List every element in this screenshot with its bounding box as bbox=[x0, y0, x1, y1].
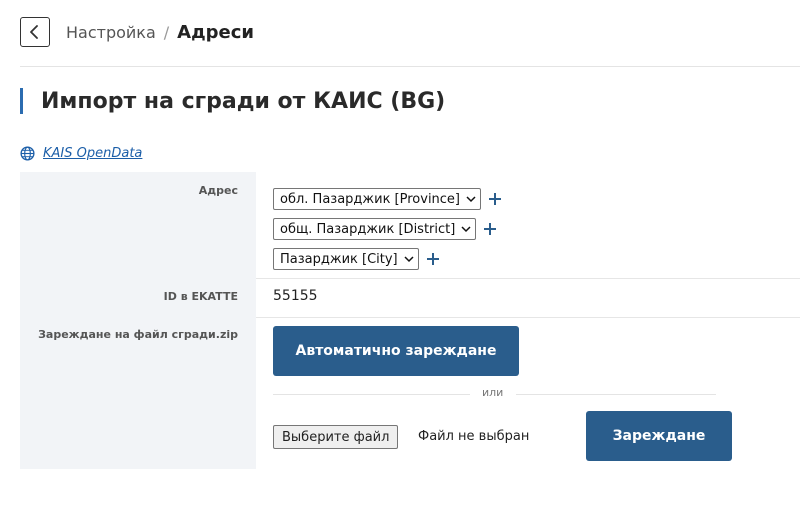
district-select[interactable]: общ. Пазарджик [District] bbox=[273, 218, 477, 240]
header-divider bbox=[20, 66, 800, 67]
file-status-text: Файл не выбран bbox=[418, 429, 530, 444]
choose-file-button[interactable]: Выберите файл bbox=[273, 425, 399, 449]
chevron-down-icon bbox=[466, 196, 476, 203]
or-divider-right bbox=[516, 394, 716, 395]
breadcrumb-separator: / bbox=[163, 22, 170, 42]
breadcrumb-settings-link[interactable]: Настройка bbox=[66, 23, 156, 42]
back-button[interactable] bbox=[20, 17, 50, 47]
chevron-down-icon bbox=[404, 256, 414, 263]
district-select-value: общ. Пазарджик [District] bbox=[280, 221, 456, 237]
kais-opendata-link[interactable]: KAIS OpenData bbox=[43, 146, 142, 161]
row-divider bbox=[256, 278, 800, 279]
import-form: Адрес ID в EKATTE Зареждане на файл сгра… bbox=[20, 172, 800, 469]
city-select-value: Пазарджик [City] bbox=[280, 251, 398, 267]
city-select-row: Пазарджик [City] bbox=[273, 248, 439, 270]
auto-load-button[interactable]: Автоматично зареждане bbox=[273, 326, 519, 376]
upload-button[interactable]: Зареждане bbox=[586, 411, 732, 461]
breadcrumb: Настройка / Адреси bbox=[66, 22, 254, 43]
province-select-row: обл. Пазарджик [Province] bbox=[273, 188, 502, 210]
source-link-row: KAIS OpenData bbox=[20, 146, 142, 161]
province-select[interactable]: обл. Пазарджик [Province] bbox=[273, 188, 482, 210]
breadcrumb-current: Адреси bbox=[177, 21, 254, 43]
add-district-plus-icon[interactable] bbox=[484, 223, 497, 235]
or-divider-left bbox=[273, 394, 470, 395]
ekatte-label: ID в EKATTE bbox=[163, 290, 238, 303]
province-select-value: обл. Пазарджик [Province] bbox=[280, 191, 461, 207]
address-label: Адрес bbox=[198, 184, 238, 197]
district-select-row: общ. Пазарджик [District] bbox=[273, 218, 497, 240]
title-accent-bar bbox=[20, 88, 23, 114]
chevron-left-icon bbox=[30, 25, 38, 39]
page-title: Импорт на сгради от КАИС (BG) bbox=[41, 88, 446, 114]
ekatte-value: 55155 bbox=[273, 288, 318, 304]
add-city-plus-icon[interactable] bbox=[426, 253, 439, 265]
city-select[interactable]: Пазарджик [City] bbox=[273, 248, 419, 270]
chevron-down-icon bbox=[461, 226, 471, 233]
upload-label: Зареждане на файл сгради.zip bbox=[38, 328, 238, 341]
or-text: или bbox=[482, 386, 504, 399]
form-label-column: Адрес ID в EKATTE Зареждане на файл сгра… bbox=[20, 172, 256, 469]
globe-icon bbox=[20, 146, 35, 161]
add-province-plus-icon[interactable] bbox=[489, 193, 502, 205]
form-value-column: обл. Пазарджик [Province] общ. Пазарджик… bbox=[256, 172, 800, 469]
page-title-block: Импорт на сгради от КАИС (BG) bbox=[20, 88, 445, 114]
row-divider bbox=[256, 317, 800, 318]
header-bar: Настройка / Адреси bbox=[20, 14, 254, 50]
